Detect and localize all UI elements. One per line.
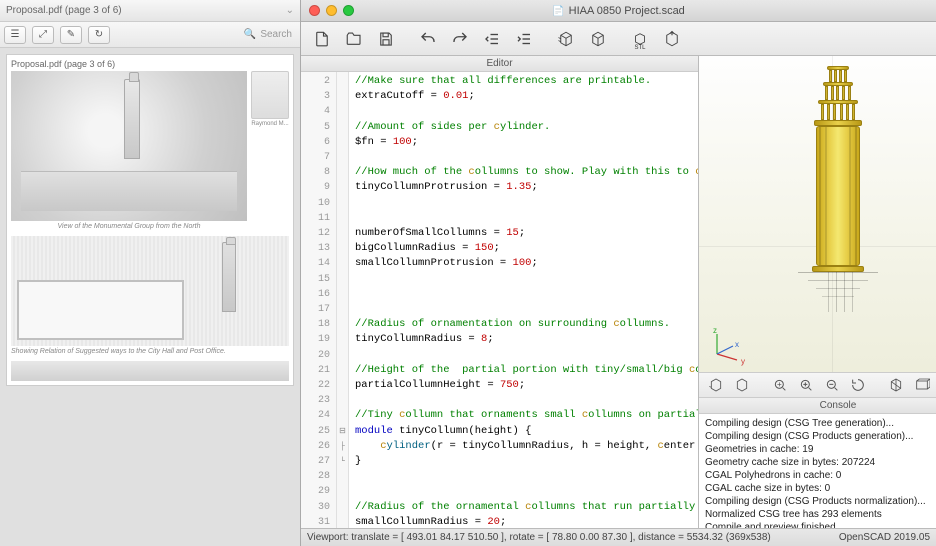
status-bar: Viewport: translate = [ 493.01 84.17 510… (301, 528, 936, 546)
pdf-title: Proposal.pdf (page 3 of 6) (6, 5, 282, 16)
editor-panel: Editor 2 3 4 5 6 7 8 9 10 11 12 13 14 15… (301, 56, 699, 528)
code-text[interactable]: //Make sure that all differences are pri… (349, 72, 698, 528)
viewport-status: Viewport: translate = [ 493.01 84.17 510… (307, 532, 771, 543)
zoom-in-button[interactable] (795, 375, 817, 395)
console-output[interactable]: Compiling design (CSG Tree generation)..… (699, 414, 936, 528)
pdf-figure-aerial (11, 71, 247, 221)
search-icon: 🔍 (244, 29, 256, 40)
chevron-down-icon[interactable]: ⌄ (286, 5, 294, 16)
openscad-window: HIAA 0850 Project.scad STL Editor 2 3 4 … (300, 0, 936, 546)
preview-view-button[interactable] (705, 375, 727, 395)
pdf-toolbar: ☰ ⤢ ✎ ↻ 🔍 Search (0, 22, 300, 48)
code-editor[interactable]: 2 3 4 5 6 7 8 9 10 11 12 13 14 15 16 17 … (301, 72, 698, 528)
redo-button[interactable] (445, 26, 475, 52)
window-close-button[interactable] (309, 5, 320, 16)
pdf-titlebar: Proposal.pdf (page 3 of 6) ⌄ (0, 0, 300, 22)
render-view-button[interactable] (731, 375, 753, 395)
new-file-button[interactable] (307, 26, 337, 52)
openscad-toolbar: STL (301, 22, 936, 56)
axes-toggle-button[interactable] (885, 375, 907, 395)
pdf-rotate-button[interactable]: ↻ (88, 26, 110, 44)
preview-button[interactable] (551, 26, 581, 52)
pdf-search[interactable]: 🔍 Search (116, 29, 296, 40)
pdf-portrait (251, 71, 289, 119)
open-file-button[interactable] (339, 26, 369, 52)
send-to-print-button[interactable] (657, 26, 687, 52)
window-minimize-button[interactable] (326, 5, 337, 16)
viewport-toolbar: ⋮ (699, 372, 936, 398)
openscad-title: HIAA 0850 Project.scad (301, 5, 936, 17)
search-placeholder: Search (260, 29, 292, 40)
perspective-button[interactable] (911, 375, 933, 395)
pdf-person-caption: Raymond M... (251, 121, 289, 127)
reset-view-button[interactable] (847, 375, 869, 395)
3d-viewport[interactable]: z y x (699, 56, 936, 372)
pdf-caption-2: Showing Relation of Suggested ways to th… (11, 346, 289, 357)
rendered-model (798, 66, 878, 312)
console-header: Console (699, 398, 936, 414)
line-number-gutter: 2 3 4 5 6 7 8 9 10 11 12 13 14 15 16 17 … (301, 72, 337, 528)
sidebar-toggle-button[interactable]: ☰ (4, 26, 26, 44)
pdf-markup-button[interactable]: ✎ (60, 26, 82, 44)
undo-button[interactable] (413, 26, 443, 52)
axes-indicator: z y x (705, 326, 745, 366)
pdf-page-label: Proposal.pdf (page 3 of 6) (11, 59, 289, 69)
zoom-out-button[interactable] (821, 375, 843, 395)
editor-header: Editor (301, 56, 698, 72)
zoom-button[interactable]: ⤢ (32, 26, 54, 44)
save-file-button[interactable] (371, 26, 401, 52)
pdf-figure-plan (11, 236, 289, 346)
pdf-caption-1: View of the Monumental Group from the No… (11, 221, 247, 232)
fold-gutter[interactable]: ⊟ ├ └ ⊟ ├ └ ⊟ ⊟ ├ (337, 72, 349, 528)
version-label: OpenSCAD 2019.05 (839, 532, 930, 543)
export-stl-button[interactable]: STL (625, 26, 655, 52)
view-all-button[interactable] (769, 375, 791, 395)
window-zoom-button[interactable] (343, 5, 354, 16)
pdf-content[interactable]: Proposal.pdf (page 3 of 6) View of the M… (0, 48, 300, 546)
pdf-viewer-window: Proposal.pdf (page 3 of 6) ⌄ ☰ ⤢ ✎ ↻ 🔍 S… (0, 0, 300, 546)
console-panel: Console Compiling design (CSG Tree gener… (699, 398, 936, 528)
openscad-titlebar[interactable]: HIAA 0850 Project.scad (301, 0, 936, 22)
pdf-figure-bottom (11, 361, 289, 381)
indent-button[interactable] (509, 26, 539, 52)
unindent-button[interactable] (477, 26, 507, 52)
render-button[interactable] (583, 26, 613, 52)
pdf-page: Proposal.pdf (page 3 of 6) View of the M… (6, 54, 294, 386)
